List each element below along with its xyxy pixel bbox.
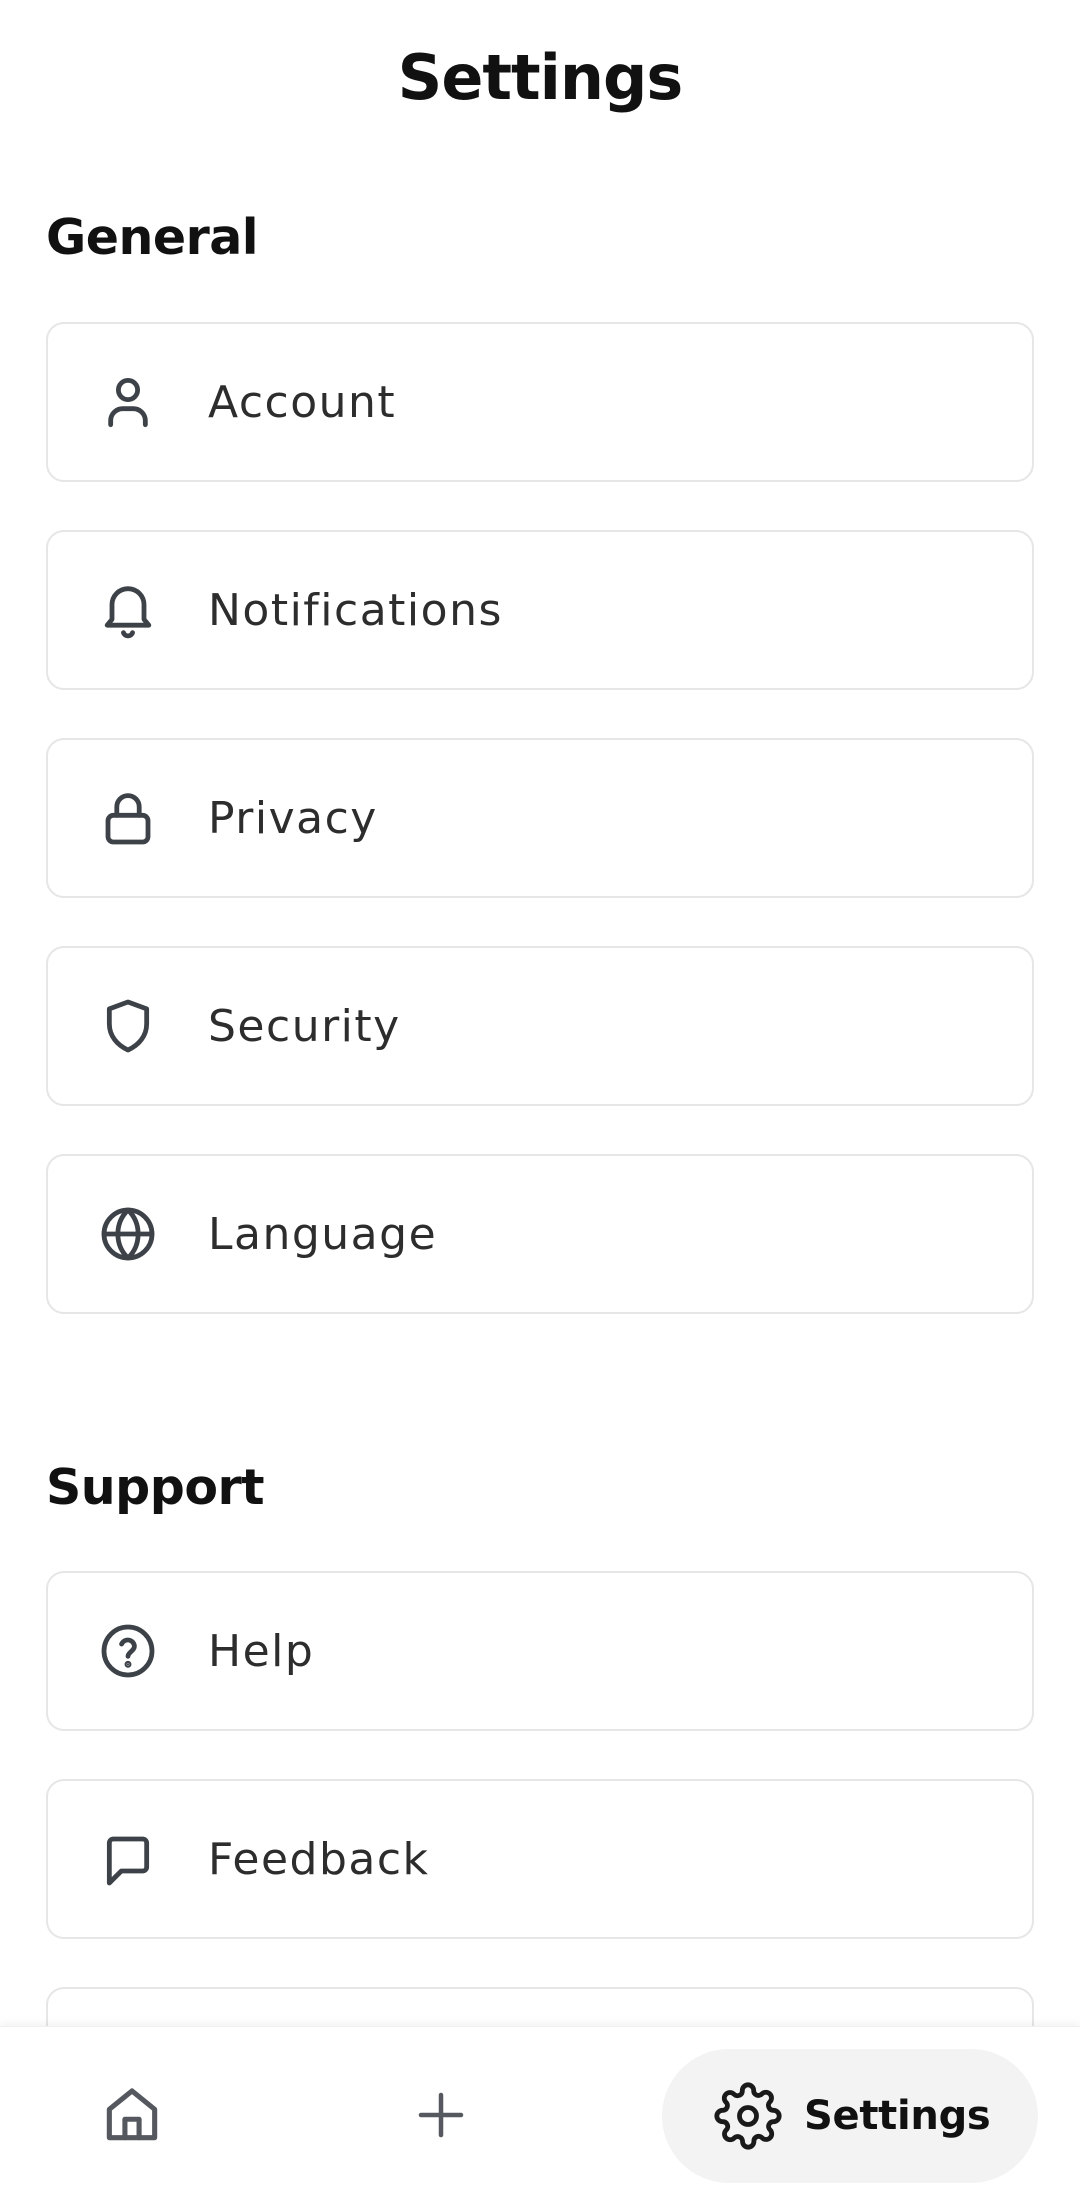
- settings-item-label: Account: [208, 376, 397, 428]
- settings-item-security[interactable]: Security: [46, 946, 1034, 1106]
- settings-item-label: Notifications: [208, 584, 503, 636]
- help-circle-icon: [96, 1619, 160, 1683]
- settings-item-label: Privacy: [208, 792, 378, 844]
- nav-home-button[interactable]: [96, 2079, 168, 2151]
- user-icon: [96, 370, 160, 434]
- page-title: Settings: [397, 41, 684, 114]
- settings-item-feedback[interactable]: Feedback: [46, 1779, 1034, 1939]
- settings-item-label: Feedback: [208, 1833, 430, 1885]
- shield-icon: [96, 994, 160, 1058]
- section-heading-general: General: [46, 209, 259, 266]
- home-icon: [106, 2088, 158, 2141]
- nav-add-button[interactable]: [405, 2079, 477, 2151]
- settings-item-language[interactable]: Language: [46, 1154, 1034, 1314]
- gear-icon: [714, 2082, 782, 2150]
- settings-item-label: Security: [208, 1000, 401, 1052]
- settings-item-notifications[interactable]: Notifications: [46, 530, 1034, 690]
- globe-icon: [96, 1202, 160, 1266]
- message-square-icon: [96, 1827, 160, 1891]
- nav-settings-button[interactable]: Settings: [662, 2049, 1038, 2183]
- section-heading-support: Support: [46, 1459, 265, 1516]
- settings-item-label: Language: [208, 1208, 438, 1260]
- settings-item-privacy[interactable]: Privacy: [46, 738, 1034, 898]
- settings-item-help[interactable]: Help: [46, 1571, 1034, 1731]
- nav-settings-label: Settings: [804, 2093, 991, 2139]
- plus-icon: [418, 2092, 464, 2138]
- bell-icon: [96, 578, 160, 642]
- lock-icon: [96, 786, 160, 850]
- settings-item-label: Help: [208, 1625, 315, 1677]
- bottom-navigation: Settings: [0, 2026, 1080, 2205]
- settings-item-account[interactable]: Account: [46, 322, 1034, 482]
